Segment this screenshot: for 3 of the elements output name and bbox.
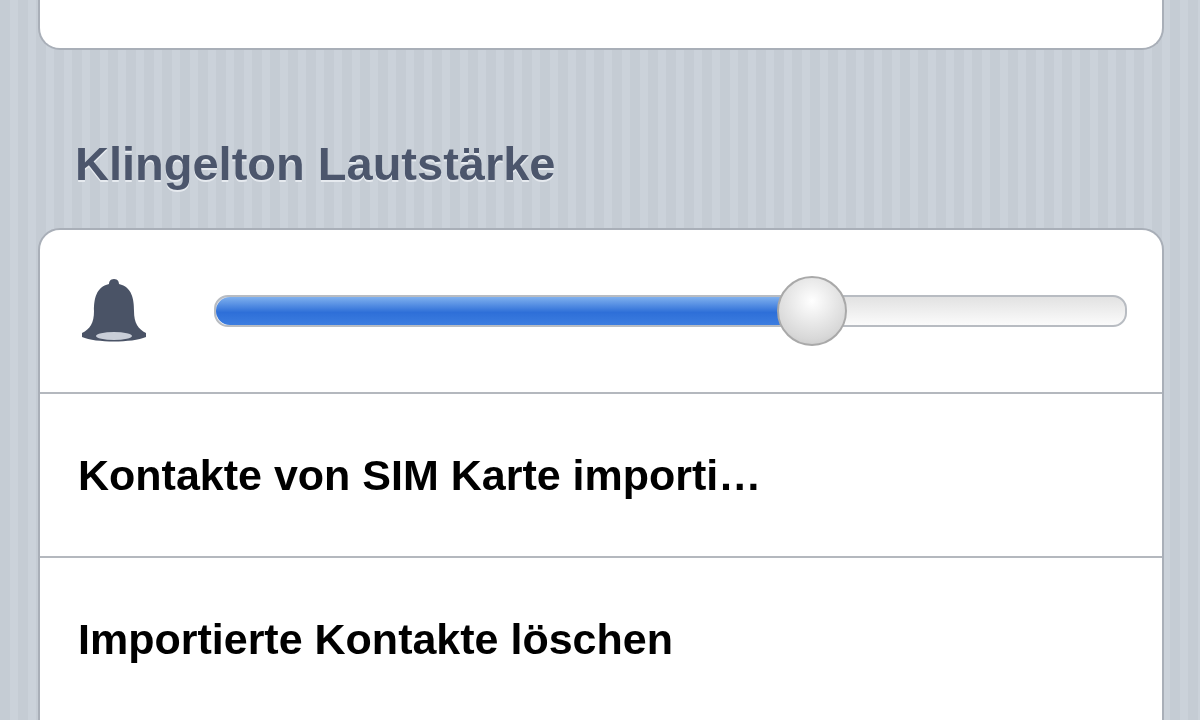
settings-row[interactable]: Kontakte von SIM Karte importi… <box>40 392 1162 556</box>
section-header: Klingelton Lautstärke <box>75 136 557 192</box>
settings-row[interactable]: Importierte Kontakte löschen <box>40 556 1162 720</box>
